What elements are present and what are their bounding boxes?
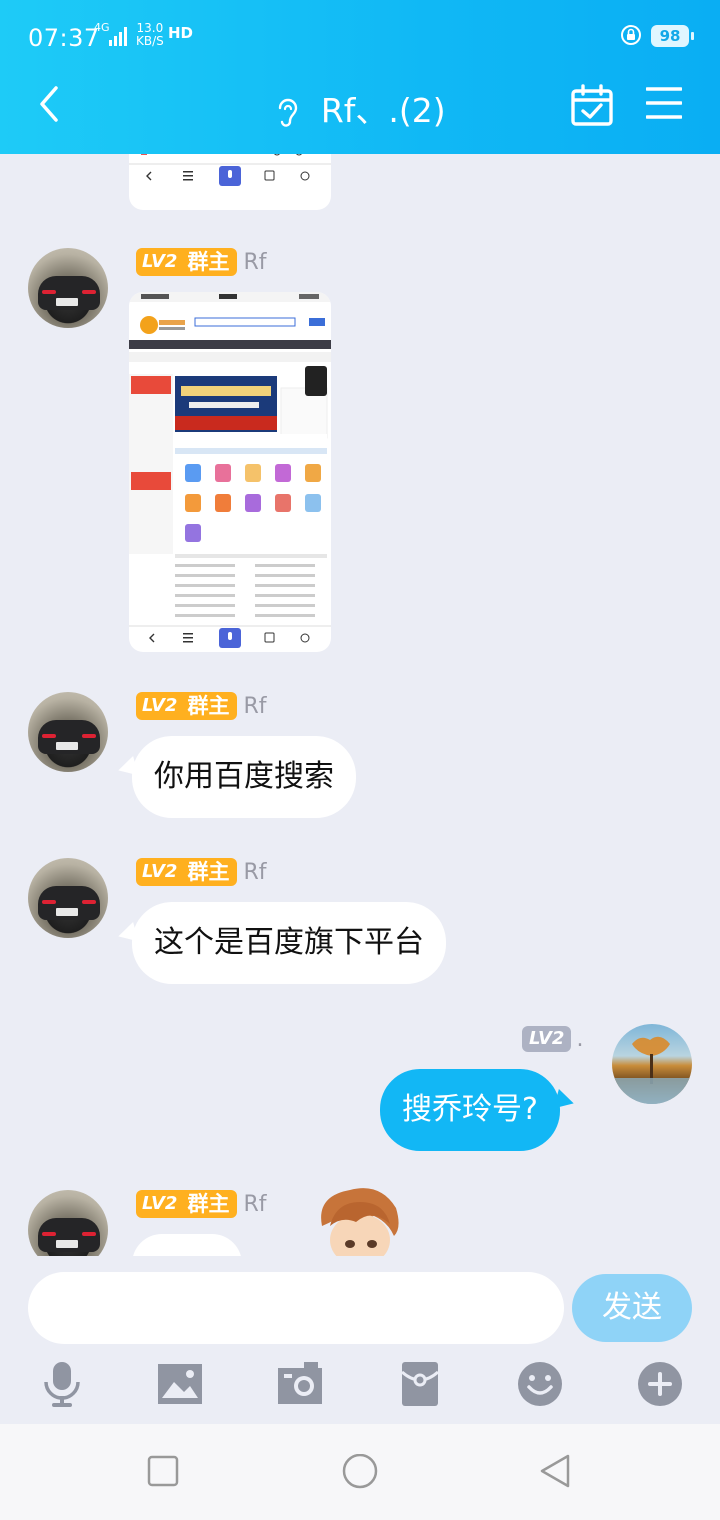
self-avatar[interactable] (612, 1024, 692, 1104)
level-badge: LV2 (136, 858, 184, 886)
self-meta: LV2 . (522, 1026, 583, 1052)
calendar-check-icon[interactable] (570, 84, 614, 128)
owner-badge: 群主 (183, 248, 238, 276)
plus-icon[interactable] (636, 1360, 684, 1408)
sender-name[interactable]: Rf (243, 250, 266, 275)
battery-indicator: 98 (651, 25, 694, 47)
rotation-lock-icon (621, 25, 641, 45)
level-badge: LV2 (136, 248, 184, 276)
camera-icon[interactable] (276, 1360, 324, 1408)
recent-apps-icon[interactable] (146, 1454, 180, 1488)
screenshot-thumbnail (129, 292, 331, 648)
nav-bar: Rf、.(2) (0, 68, 720, 142)
sender-meta: LV2 群主 Rf (136, 248, 266, 276)
level-badge: LV2 (136, 692, 184, 720)
owner-badge: 群主 (183, 1190, 238, 1218)
avatar-plate (56, 742, 78, 750)
sender-name[interactable]: Rf (243, 694, 266, 719)
status-time: 07:37 (28, 24, 100, 52)
image-message-partial[interactable] (129, 154, 331, 210)
owner-badge: 群主 (183, 692, 238, 720)
microphone-icon[interactable] (38, 1360, 86, 1408)
menu-icon[interactable] (646, 86, 682, 120)
avatar-plate (56, 298, 78, 306)
self-avatar-image (612, 1036, 692, 1104)
level-badge-self: LV2 (522, 1026, 572, 1052)
speed-value: 13.0 (136, 21, 164, 35)
image-icon[interactable] (156, 1360, 204, 1408)
system-navigation-bar (0, 1424, 720, 1520)
self-name[interactable]: . (576, 1027, 583, 1052)
network-speed: 13.0 KB/S (136, 22, 164, 48)
sender-meta: LV2 群主 Rf (136, 1190, 266, 1218)
screenshot-thumbnail (129, 154, 331, 186)
message-bubble[interactable]: 你用百度搜索 (132, 736, 356, 818)
avatar[interactable] (28, 858, 108, 938)
message-bubble-self[interactable]: 搜乔玲号? (380, 1069, 560, 1151)
red-packet-icon[interactable] (396, 1360, 444, 1408)
owner-badge: 群主 (183, 858, 238, 886)
message-bubble[interactable]: 这个是百度旗下平台 (132, 902, 446, 984)
emoji-icon[interactable] (516, 1360, 564, 1408)
avatar-plate (56, 1240, 78, 1248)
message-input[interactable] (28, 1272, 564, 1344)
message-bubble-partial[interactable] (132, 1234, 242, 1256)
home-icon[interactable] (340, 1454, 380, 1494)
sender-name[interactable]: Rf (243, 860, 266, 885)
input-bar: 发送 (0, 1256, 720, 1424)
image-message[interactable] (129, 292, 331, 652)
chat-header: 07:37 4G 13.0 KB/S HD 98 Rf、.(2) (0, 0, 720, 154)
avatar-plate (56, 908, 78, 916)
avatar[interactable] (28, 1190, 108, 1256)
chat-title-text: Rf、.(2) (320, 91, 446, 130)
signal-icon (109, 27, 127, 46)
sender-meta: LV2 群主 Rf (136, 858, 266, 886)
avatar[interactable] (28, 692, 108, 772)
status-bar: 07:37 4G 13.0 KB/S HD 98 (0, 18, 720, 58)
earpiece-mode-icon (279, 98, 298, 127)
avatar[interactable] (28, 248, 108, 328)
sender-meta: LV2 群主 Rf (136, 692, 266, 720)
hd-indicator: HD (168, 24, 194, 42)
speed-unit: KB/S (136, 34, 164, 48)
back-nav-icon[interactable] (538, 1454, 574, 1490)
sender-name[interactable]: Rf (243, 1192, 266, 1217)
level-badge: LV2 (136, 1190, 184, 1218)
send-button[interactable]: 发送 (572, 1274, 692, 1342)
message-list[interactable]: LV2 群主 Rf LV2 群主 Rf 你用百度搜索 LV2 群主 Rf 这个是… (0, 154, 720, 1256)
